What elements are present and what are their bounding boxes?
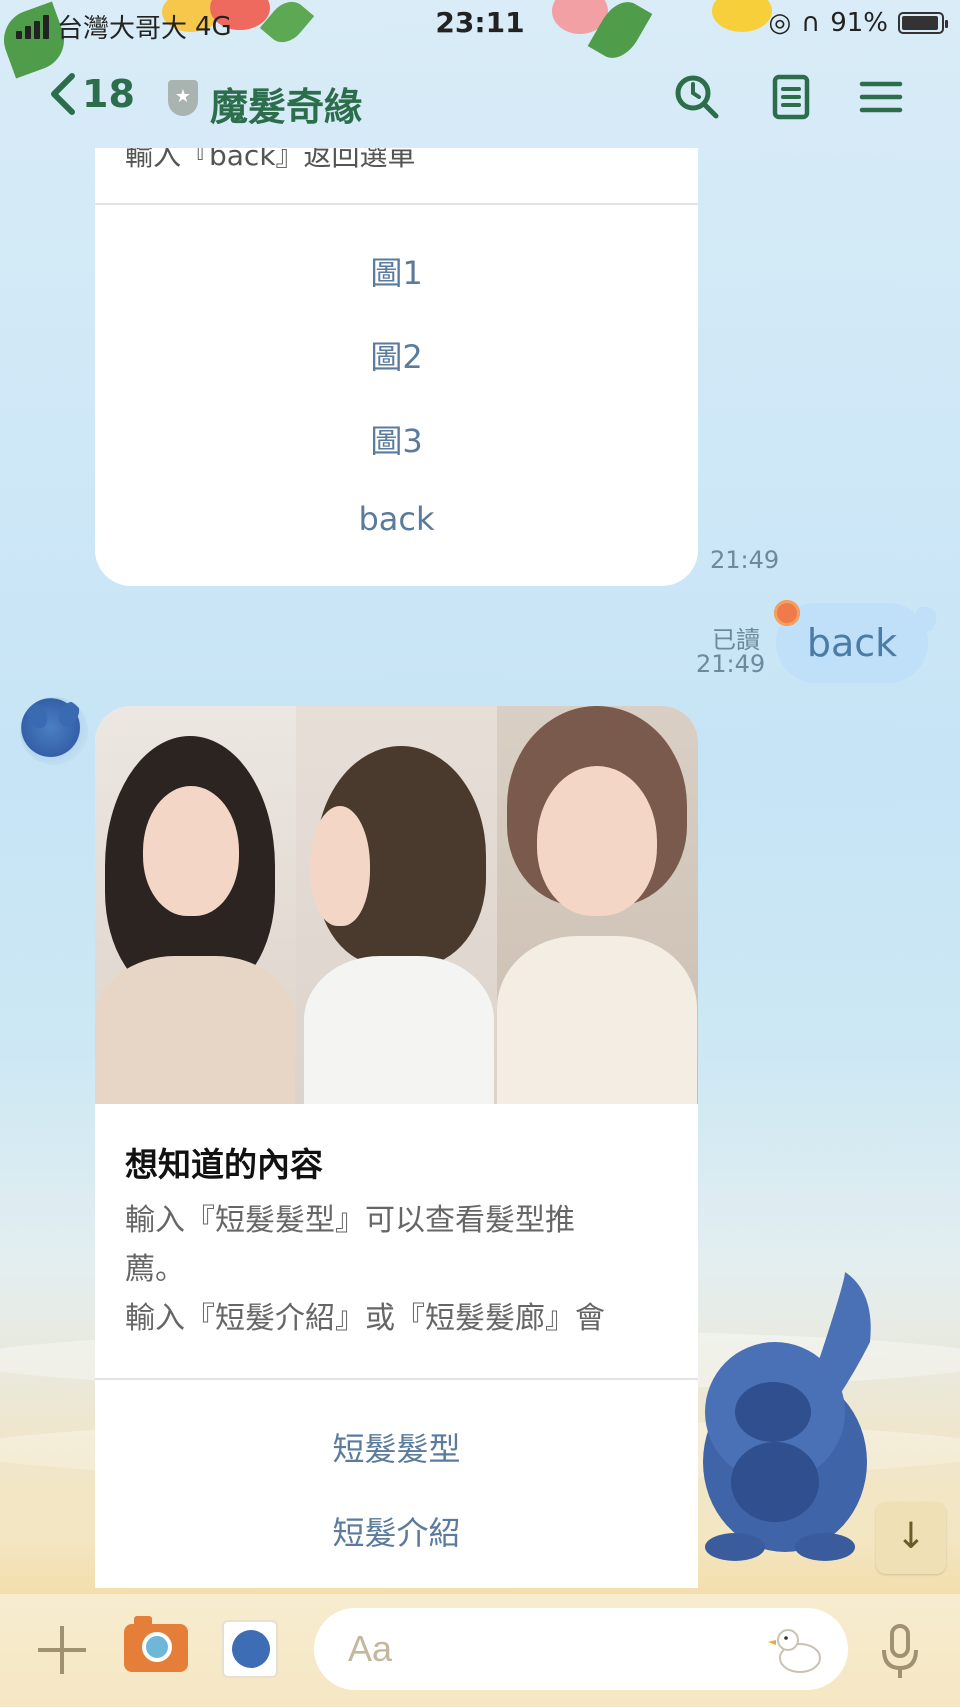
card-description-truncated: 輸入『back』返回選單	[125, 148, 416, 172]
microphone-icon[interactable]	[880, 1622, 920, 1682]
card-divider	[95, 1378, 698, 1380]
bot-info-card: 想知道的內容 輸入『短髮髮型』可以查看髮型推 薦。 輸入『短髮介紹』或『短髮髮廊…	[95, 706, 698, 1588]
status-right: ◎ ∩ 91%	[768, 8, 948, 38]
hairstyle-photo-collage[interactable]	[95, 706, 698, 1104]
card-description-line: 輸入『短髮髮型』可以查看髮型推	[125, 1203, 575, 1238]
status-bar: 台灣大哥大 4G 23:11 ◎ ∩ 91%	[0, 0, 960, 50]
notes-icon[interactable]	[766, 72, 816, 122]
hairstyle-photo	[296, 706, 497, 1104]
chat-title[interactable]: 魔髮奇緣	[210, 76, 362, 131]
message-timestamp: 21:49	[696, 650, 766, 678]
hairstyle-photo	[497, 706, 698, 1104]
message-input[interactable]	[348, 1624, 728, 1674]
arrow-down-icon: ↓	[895, 1516, 927, 1557]
stitch-background-illustration	[703, 1272, 871, 1561]
orientation-lock-icon: ◎	[768, 8, 792, 38]
duck-sticker-icon[interactable]	[766, 1618, 826, 1678]
card-description-line: 薦。	[125, 1252, 185, 1287]
battery-percent: 91%	[830, 8, 888, 38]
card-description: 輸入『短髮髮型』可以查看髮型推 薦。 輸入『短髮介紹』或『短髮髮廊』會	[125, 1196, 665, 1343]
card-description-line: 輸入『短髮介紹』或『短髮髮廊』會	[125, 1301, 605, 1336]
headphones-icon: ∩	[801, 8, 821, 38]
camera-icon[interactable]	[124, 1616, 188, 1672]
shield-icon: ★	[168, 80, 198, 116]
menu-icon[interactable]	[856, 72, 906, 122]
action-picture-2[interactable]: 圖2	[95, 332, 698, 378]
sticker-icon[interactable]	[222, 1620, 278, 1678]
hairstyle-photo	[95, 706, 296, 1104]
action-back[interactable]: back	[95, 500, 698, 538]
card-divider	[95, 203, 698, 205]
bot-avatar[interactable]	[20, 697, 88, 765]
message-input-container[interactable]	[314, 1608, 848, 1690]
action-short-hair-intro[interactable]: 短髮介紹	[95, 1508, 698, 1554]
chat-header: 18 ★ 魔髮奇緣	[0, 52, 960, 148]
bot-menu-card: 輸入『back』返回選單 圖1 圖2 圖3 back	[95, 148, 698, 586]
action-picture-3[interactable]: 圖3	[95, 416, 698, 462]
chevron-left-icon	[51, 73, 75, 115]
scroll-to-bottom-button[interactable]: ↓	[876, 1502, 946, 1574]
back-button[interactable]: 18	[48, 72, 135, 116]
unread-count: 18	[82, 72, 135, 116]
message-timestamp: 21:49	[710, 546, 780, 574]
battery-icon	[898, 12, 948, 34]
plus-icon[interactable]	[34, 1622, 90, 1678]
search-icon[interactable]	[672, 72, 722, 122]
card-title: 想知道的內容	[125, 1145, 323, 1184]
message-input-bar	[0, 1594, 960, 1707]
action-picture-1[interactable]: 圖1	[95, 248, 698, 294]
hibiscus-icon	[774, 600, 800, 626]
action-short-hair-styles[interactable]: 短髮髮型	[95, 1424, 698, 1470]
